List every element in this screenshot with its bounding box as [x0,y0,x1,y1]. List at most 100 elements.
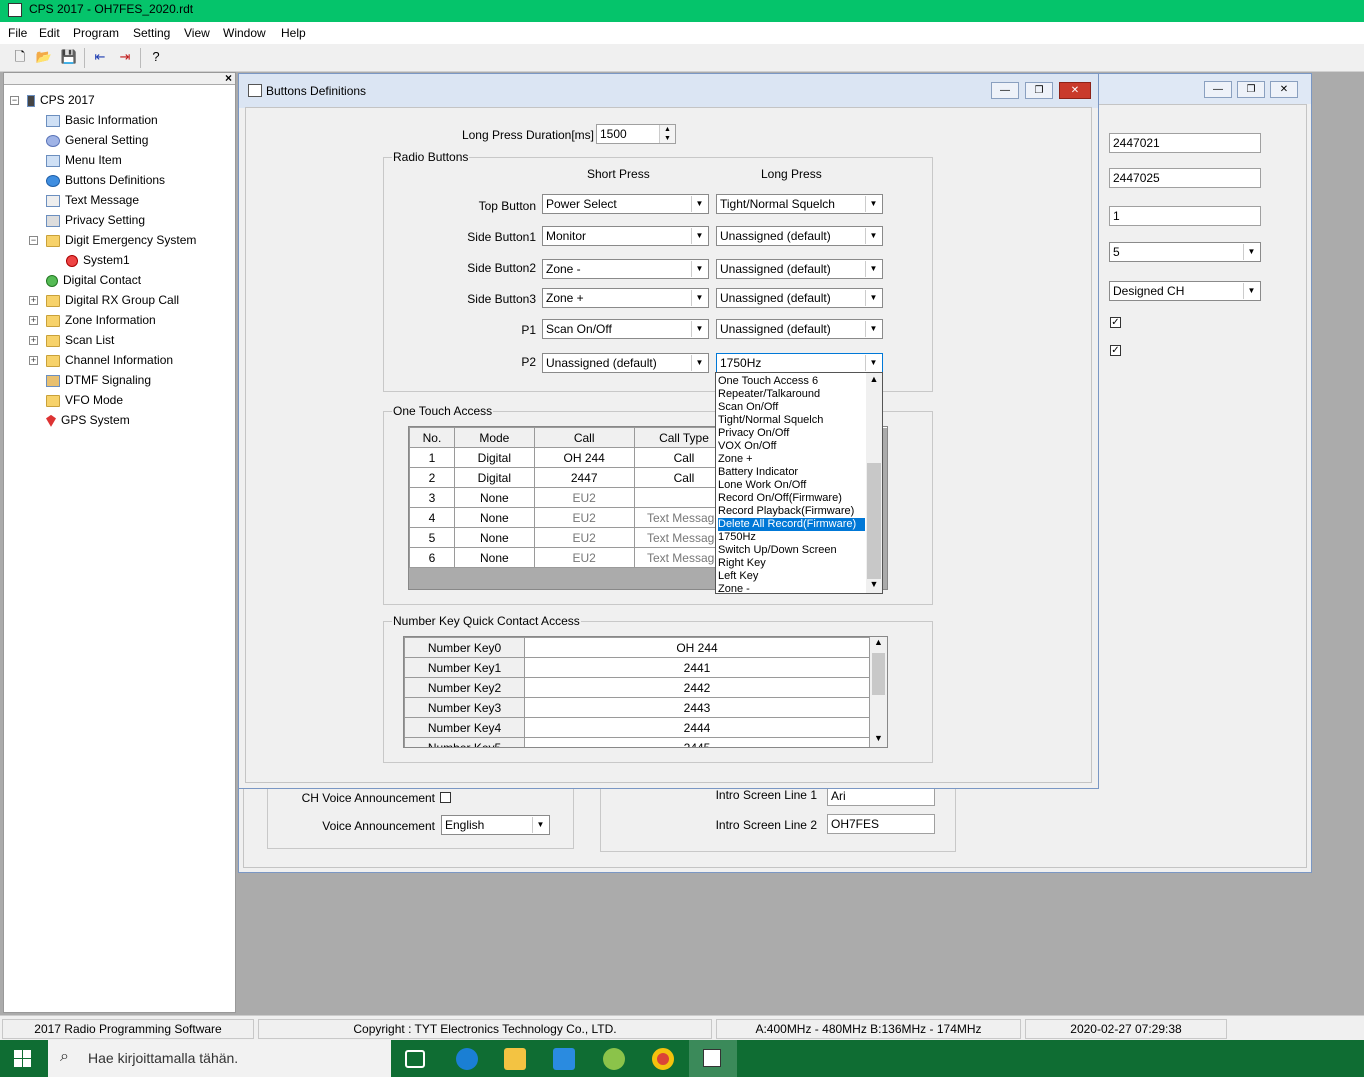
side-button3-long-combo[interactable]: Unassigned (default) ▼ [716,288,883,308]
dropdown-option[interactable]: Zone - [718,583,865,596]
menu-setting[interactable]: Setting [133,26,170,40]
dropdown-option[interactable]: Tight/Normal Squelch [718,414,865,427]
dropdown-option[interactable]: Record Playback(Firmware) [718,505,865,518]
read-radio-icon[interactable]: ⇤ [91,48,109,66]
intro1-field[interactable]: Ari [827,786,935,806]
table-row[interactable]: Number Key4 2444 [404,717,870,738]
side-button1-long-combo[interactable]: Unassigned (default) ▼ [716,226,883,246]
dropdown-option[interactable]: Delete All Record(Firmware) [717,517,866,532]
dropdown-option[interactable]: Repeater/Talkaround [718,388,865,401]
close-icon[interactable]: ✕ [1059,82,1091,99]
minimize-icon[interactable]: — [991,82,1019,99]
cell[interactable]: 2447 [533,467,635,488]
cell[interactable]: Digital [453,467,535,488]
cell[interactable]: None [453,507,535,528]
spinner-icon[interactable]: ▲ ▼ [659,125,675,143]
tree-vfo-mode[interactable]: VFO Mode [46,391,123,409]
scrollbar[interactable]: ▲ ▼ [866,373,882,593]
cell[interactable]: 2444 [524,717,870,738]
numeric-field[interactable]: 1 [1109,206,1261,226]
expand-icon[interactable]: + [29,316,38,325]
mail-icon[interactable] [553,1048,575,1070]
scroll-thumb[interactable] [872,653,885,695]
edge-browser-icon[interactable] [456,1048,478,1070]
tree-digital-contact[interactable]: Digital Contact [46,271,141,289]
p2-long-combo[interactable]: 1750Hz ▼ [716,353,883,373]
cell[interactable]: EU2 [533,487,635,508]
side-button1-short-combo[interactable]: Monitor ▼ [542,226,709,246]
chevron-down-icon[interactable]: ▼ [870,733,887,747]
open-folder-icon[interactable]: 📂 [35,48,53,66]
save-icon[interactable]: 💾 [60,48,78,66]
dropdown-option[interactable]: Zone + [718,453,865,466]
menu-help[interactable]: Help [281,26,306,40]
mode-combo[interactable]: Designed CH ▼ [1109,281,1261,301]
tree-menu-item[interactable]: Menu Item [46,151,122,169]
file-explorer-icon[interactable] [504,1048,526,1070]
restore-icon[interactable]: ❐ [1025,82,1053,99]
dropdown-option[interactable]: Lone Work On/Off [718,479,865,492]
tree-basic-information[interactable]: Basic Information [46,111,158,129]
cell[interactable]: 2442 [524,677,870,698]
radio-id-field[interactable]: 2447021 [1109,133,1261,153]
long-press-duration-input[interactable]: 1500 ▲ ▼ [596,124,676,144]
new-file-icon[interactable]: 🗋 [11,48,29,66]
radio-id-field-2[interactable]: 2447025 [1109,168,1261,188]
tree-gps-system[interactable]: GPS System [46,411,130,429]
cell[interactable]: None [453,527,535,548]
menu-view[interactable]: View [184,26,210,40]
dropdown-option[interactable]: Battery Indicator [718,466,865,479]
collapse-icon[interactable]: − [10,96,19,105]
cell[interactable]: EU2 [533,527,635,548]
tree-root[interactable]: CPS 2017 [27,91,95,109]
cell[interactable]: 2445 [524,737,870,747]
value-combo[interactable]: 5 ▼ [1109,242,1261,262]
dropdown-option[interactable]: Left Key [718,570,865,583]
cell[interactable]: 2443 [524,697,870,718]
dropdown-option[interactable]: 1750Hz [718,531,865,544]
ch-voice-checkbox[interactable] [440,792,451,803]
help-icon[interactable]: ? [147,48,165,66]
top-button-short-combo[interactable]: Power Select ▼ [542,194,709,214]
close-icon[interactable]: × [225,71,232,85]
expand-icon[interactable]: + [29,296,38,305]
table-row[interactable]: Number Key2 2442 [404,677,870,698]
tree-text-message[interactable]: Text Message [46,191,139,209]
voice-combo[interactable]: English ▼ [441,815,550,835]
close-icon[interactable]: ✕ [1270,81,1298,98]
intro2-field[interactable]: OH7FES [827,814,935,834]
menu-program[interactable]: Program [73,26,119,40]
cell[interactable]: None [453,487,535,508]
tree-channel-information[interactable]: Channel Information [46,351,173,369]
cps-taskbar-button[interactable] [689,1040,737,1077]
windows-start-icon[interactable] [14,1050,32,1068]
cell[interactable]: None [453,547,535,568]
expand-icon[interactable]: + [29,336,38,345]
side-button3-short-combo[interactable]: Zone + ▼ [542,288,709,308]
tree-digital-rx-group-call[interactable]: Digital RX Group Call [46,291,179,309]
tree-privacy-setting[interactable]: Privacy Setting [46,211,145,229]
task-view-icon[interactable] [405,1050,425,1068]
cell[interactable]: OH 244 [533,447,635,468]
menu-file[interactable]: File [8,26,27,40]
menu-edit[interactable]: Edit [39,26,60,40]
dropdown-option[interactable]: Record On/Off(Firmware) [718,492,865,505]
cell[interactable]: 2441 [524,657,870,678]
tree-general-setting[interactable]: General Setting [46,131,148,149]
p1-long-combo[interactable]: Unassigned (default) ▼ [716,319,883,339]
tree-digit-emergency-system[interactable]: Digit Emergency System [46,231,196,249]
cell[interactable]: Digital [453,447,535,468]
dropdown-option[interactable]: VOX On/Off [718,440,865,453]
write-radio-icon[interactable]: ⇥ [116,48,134,66]
dropdown-option[interactable]: Switch Up/Down Screen [718,544,865,557]
dropdown-option[interactable]: Privacy On/Off [718,427,865,440]
p2-long-dropdown-list[interactable]: One Touch Access 6 Repeater/Talkaround Sca… [715,372,883,596]
scrollbar[interactable]: ▲ ▼ [870,637,887,747]
dropdown-option[interactable]: Scan On/Off [718,401,865,414]
app-icon[interactable] [603,1048,625,1070]
chevron-up-icon[interactable]: ▲ [866,374,882,388]
side-button2-short-combo[interactable]: Zone - ▼ [542,259,709,279]
table-row[interactable]: Number Key5 2445 [404,737,870,747]
chevron-down-icon[interactable]: ▼ [866,579,882,593]
collapse-icon[interactable]: − [29,236,38,245]
